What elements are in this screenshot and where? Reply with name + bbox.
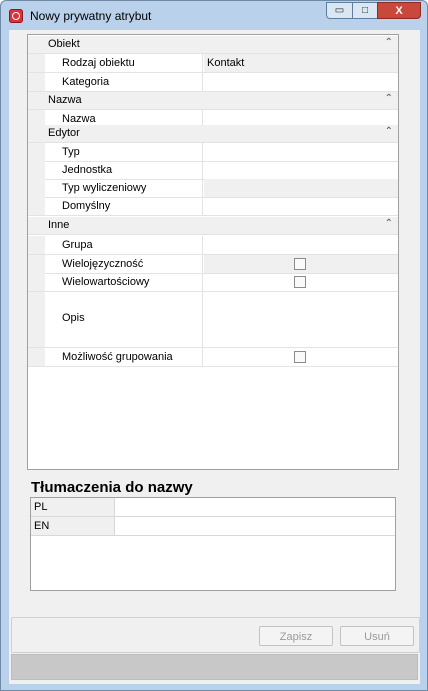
property-row-jednostka[interactable]: Jednostka — [28, 161, 398, 180]
property-value[interactable] — [204, 292, 398, 347]
property-name: Domyślny — [45, 197, 203, 215]
title-bar[interactable]: Nowy prywatny atrybut ▭ □ X — [1, 1, 427, 29]
property-value — [204, 348, 398, 366]
property-value[interactable] — [204, 73, 398, 91]
category-label: Inne — [48, 219, 70, 231]
collapse-icon[interactable]: ⌃ — [385, 218, 393, 229]
property-row-rodzaj-obiektu[interactable]: Rodzaj obiektu Kontakt — [28, 54, 398, 73]
property-row-opis[interactable]: Opis — [28, 292, 398, 348]
property-name: Możliwość grupowania — [45, 348, 203, 366]
collapse-icon[interactable]: ⌃ — [385, 126, 393, 137]
property-row-kategoria[interactable]: Kategoria — [28, 73, 398, 92]
translations-table[interactable]: PL EN — [30, 497, 396, 591]
property-value[interactable] — [204, 179, 398, 197]
collapse-icon[interactable]: ⌃ — [385, 93, 393, 104]
collapse-icon[interactable]: ⌃ — [385, 37, 393, 48]
app-icon — [9, 9, 23, 23]
property-value[interactable] — [204, 161, 398, 179]
wielowartosciowy-checkbox[interactable] — [294, 276, 306, 288]
translation-row-pl[interactable]: PL — [31, 498, 395, 517]
property-value — [204, 273, 398, 291]
delete-button[interactable]: Usuń — [340, 626, 414, 646]
property-name: Wielowartościowy — [45, 273, 203, 291]
property-row-typ-wyliczeniowy[interactable]: Typ wyliczeniowy — [28, 179, 398, 198]
dialog-window: Nowy prywatny atrybut ▭ □ X Obiekt ⌃ Rod… — [0, 0, 428, 691]
property-name: Typ — [45, 143, 203, 161]
save-button[interactable]: Zapisz — [259, 626, 333, 646]
property-row-typ[interactable]: Typ — [28, 143, 398, 162]
language-code: EN — [31, 517, 115, 535]
property-row-mozliwosc-grupowania[interactable]: Możliwość grupowania — [28, 348, 398, 367]
property-value — [204, 255, 398, 273]
window-title: Nowy prywatny atrybut — [30, 9, 152, 23]
property-value[interactable] — [204, 197, 398, 215]
category-edytor[interactable]: Edytor ⌃ — [28, 125, 398, 143]
window-controls: ▭ □ X — [326, 2, 421, 20]
category-label: Nazwa — [48, 94, 82, 106]
property-value[interactable]: Kontakt — [204, 54, 398, 72]
property-name: Wielojęzyczność — [45, 255, 203, 273]
category-inne[interactable]: Inne ⌃ — [28, 217, 398, 235]
maximize-button[interactable]: □ — [352, 2, 377, 19]
property-row-wielojezycznosc[interactable]: Wielojęzyczność — [28, 255, 398, 274]
property-name: Jednostka — [45, 161, 203, 179]
property-name: Rodzaj obiektu — [45, 54, 203, 72]
minimize-button[interactable]: ▭ — [326, 2, 352, 19]
category-nazwa[interactable]: Nazwa ⌃ — [28, 92, 398, 110]
property-name: Grupa — [45, 236, 203, 254]
property-name: Kategoria — [45, 73, 203, 91]
status-bar — [11, 654, 418, 680]
mozliwosc-grupowania-checkbox[interactable] — [294, 351, 306, 363]
translation-row-en[interactable]: EN — [31, 517, 395, 536]
button-bar: Zapisz Usuń — [11, 617, 420, 653]
wielojezycznosc-checkbox[interactable] — [294, 258, 306, 270]
property-grid[interactable]: Obiekt ⌃ Rodzaj obiektu Kontakt Kategori… — [27, 34, 399, 470]
language-code: PL — [31, 498, 115, 516]
dialog-body: Obiekt ⌃ Rodzaj obiektu Kontakt Kategori… — [9, 30, 420, 684]
property-row-grupa[interactable]: Grupa — [28, 236, 398, 255]
property-name: Opis — [45, 292, 203, 347]
category-label: Edytor — [48, 127, 80, 139]
close-button[interactable]: X — [377, 2, 421, 19]
property-name: Typ wyliczeniowy — [45, 179, 203, 197]
property-value[interactable] — [204, 143, 398, 161]
category-label: Obiekt — [48, 38, 80, 50]
property-row-domyslny[interactable]: Domyślny — [28, 197, 398, 216]
property-value[interactable] — [204, 236, 398, 254]
translations-title: Tłumaczenia do nazwy — [31, 479, 193, 496]
category-obiekt[interactable]: Obiekt ⌃ — [28, 36, 398, 54]
property-row-wielowartosciowy[interactable]: Wielowartościowy — [28, 273, 398, 292]
